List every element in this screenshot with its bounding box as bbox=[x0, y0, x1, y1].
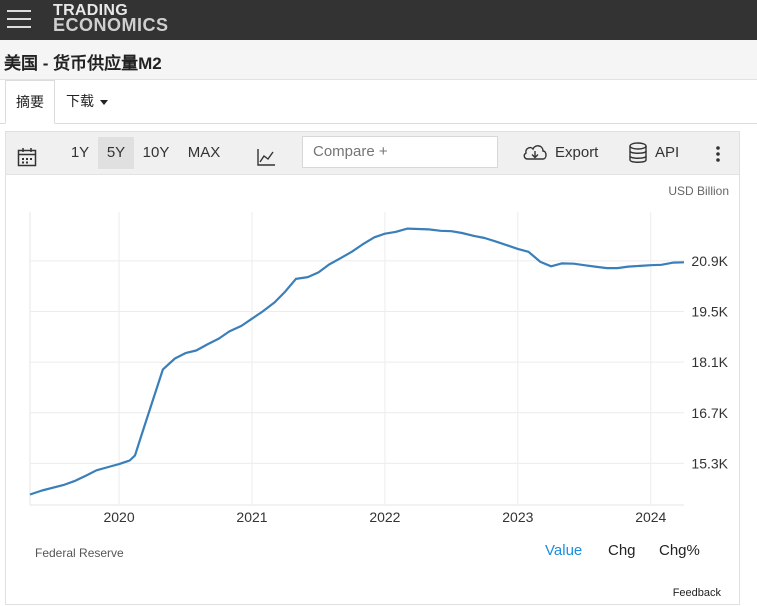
m2-line-chart: 2020 2021 2022 2023 2024 15.3K 16.7K 18.1K 19.5… bbox=[29, 212, 729, 525]
source-label: Federal Reserve bbox=[35, 546, 124, 560]
page-title: 美国 - 货币供应量M2 bbox=[4, 54, 162, 73]
hamburger-menu-icon[interactable] bbox=[7, 8, 31, 30]
y-tick-label: 15.3K bbox=[691, 455, 728, 471]
y-tick-label: 18.1K bbox=[691, 354, 728, 370]
title-bar: 美国 - 货币供应量M2 bbox=[0, 40, 757, 80]
caret-down-icon bbox=[100, 99, 108, 105]
view-chg-tab[interactable]: Chg bbox=[608, 542, 636, 559]
feedback-link[interactable]: Feedback bbox=[673, 587, 721, 599]
series-line bbox=[29, 227, 685, 496]
x-tick-label: 2023 bbox=[502, 509, 533, 525]
view-chgpct-tab[interactable]: Chg% bbox=[659, 542, 700, 559]
tab-download-label: 下载 bbox=[66, 93, 94, 109]
tab-summary[interactable]: 摘要 bbox=[5, 80, 55, 124]
x-tick-label: 2022 bbox=[369, 509, 400, 525]
page-tabs: 摘要 下载 bbox=[0, 80, 757, 124]
view-value-tab[interactable]: Value bbox=[545, 542, 582, 559]
y-tick-label: 20.9K bbox=[691, 253, 728, 269]
logo-line2: ECONOMICS bbox=[53, 15, 169, 35]
y-tick-label: 19.5K bbox=[691, 303, 728, 319]
y-tick-label: 16.7K bbox=[691, 405, 728, 421]
top-navbar: TRADING ECONOMICS bbox=[0, 0, 757, 40]
x-tick-label: 2021 bbox=[236, 509, 267, 525]
chart-panel: 1Y 5Y 10Y MAX Export AP bbox=[5, 131, 740, 605]
tab-download[interactable]: 下载 bbox=[66, 80, 108, 123]
trading-economics-logo[interactable]: TRADING ECONOMICS bbox=[53, 3, 169, 35]
x-tick-label: 2020 bbox=[103, 509, 134, 525]
x-tick-label: 2024 bbox=[635, 509, 666, 525]
